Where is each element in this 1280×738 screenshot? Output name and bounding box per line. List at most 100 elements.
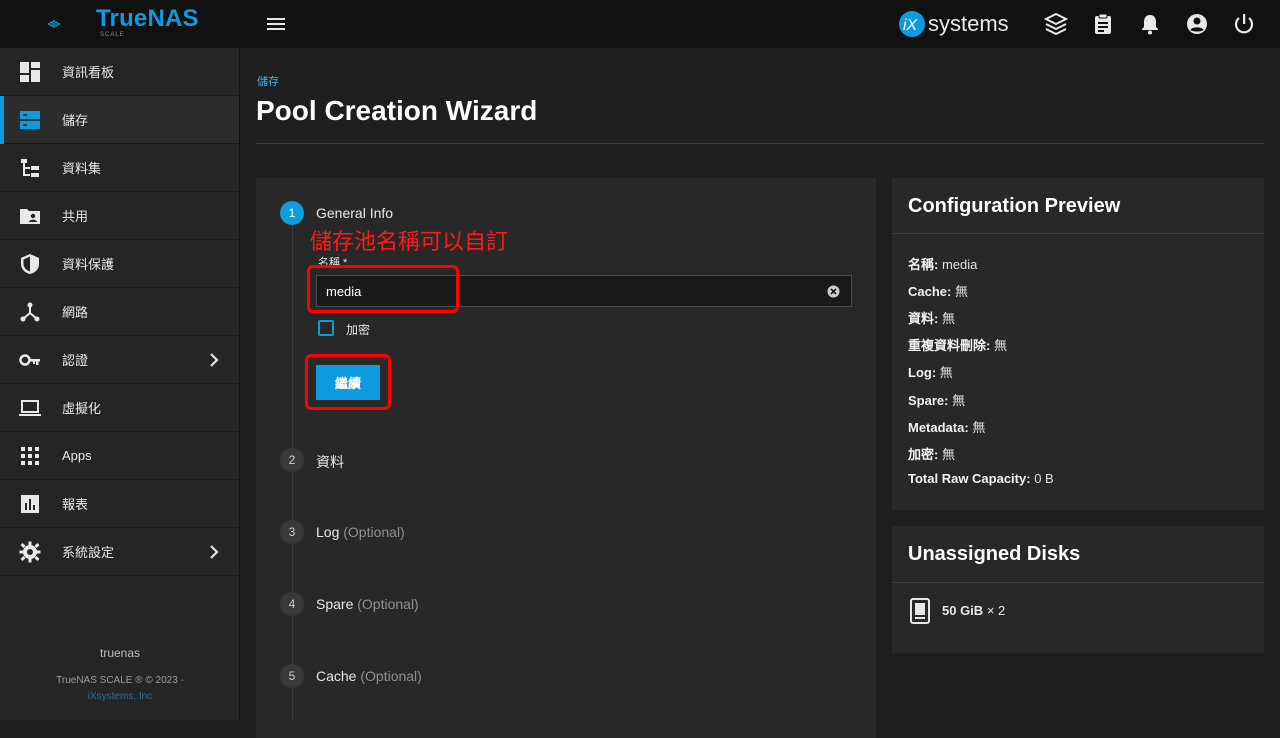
account-icon[interactable] xyxy=(1185,12,1209,36)
key-icon xyxy=(19,354,40,366)
copyright: TrueNAS SCALE ® © 2023 - xyxy=(56,675,184,686)
annotation-box-name xyxy=(307,265,459,313)
preview-key: 加密: xyxy=(908,447,939,462)
divider xyxy=(892,582,1264,583)
unassigned-disks-card: Unassigned Disks 50 GiB × 2 xyxy=(892,526,1264,653)
preview-key: 資料: xyxy=(908,311,939,326)
vendor-name: systems xyxy=(928,11,1009,36)
reports-icon xyxy=(21,495,39,513)
disk-size: 50 GiB xyxy=(942,603,984,618)
sidebar-item-virtualization[interactable]: 虛擬化 xyxy=(0,384,239,432)
hard-disk-icon xyxy=(910,598,930,624)
preview-key: 重複資料刪除: xyxy=(908,338,991,353)
truecommand-icon[interactable] xyxy=(1044,12,1068,36)
bell-icon[interactable] xyxy=(1138,12,1162,36)
step-5-circle[interactable]: 5 xyxy=(280,664,304,688)
hamburger-menu-icon[interactable] xyxy=(262,12,290,36)
dashboard-icon xyxy=(20,62,40,82)
sidebar-item-label: 虛擬化 xyxy=(62,401,102,416)
storage-icon xyxy=(20,111,40,129)
power-icon[interactable] xyxy=(1232,12,1256,36)
laptop-icon xyxy=(19,400,41,416)
ixsystems-logo-icon[interactable]: iX xyxy=(895,9,929,39)
stepper-line xyxy=(292,224,293,720)
step-2-title[interactable]: 資料 xyxy=(316,452,344,472)
chevron-right-icon xyxy=(210,545,219,559)
preview-value: 無 xyxy=(993,338,1007,353)
preview-row-capacity: Total Raw Capacity: 0 B xyxy=(908,471,1054,486)
preview-value: 無 xyxy=(952,393,966,408)
preview-row-spare: Spare: 無 xyxy=(908,390,965,409)
preview-value: 無 xyxy=(954,284,968,299)
step-5-optional: (Optional) xyxy=(360,668,422,684)
apps-icon xyxy=(21,447,39,465)
step-4-title[interactable]: Spare (Optional) xyxy=(316,596,419,612)
step-4-optional: (Optional) xyxy=(357,596,419,612)
preview-title: Configuration Preview xyxy=(908,195,1121,217)
chevron-right-icon xyxy=(210,353,219,367)
annotation-box-continue xyxy=(305,354,391,410)
datasets-icon xyxy=(21,159,39,177)
step-3-optional: (Optional) xyxy=(343,524,405,540)
sidebar-item-apps[interactable]: Apps xyxy=(0,432,239,480)
preview-row-dedup: 重複資料刪除: 無 xyxy=(908,335,1007,354)
clipboard-icon[interactable] xyxy=(1091,12,1115,36)
preview-value: 無 xyxy=(939,365,953,380)
preview-row-encryption: 加密: 無 xyxy=(908,444,955,463)
step-1-title[interactable]: General Info xyxy=(316,205,393,221)
sidebar-item-credentials[interactable]: 認證 xyxy=(0,336,239,384)
page-title: Pool Creation Wizard xyxy=(256,95,538,126)
step-3-circle[interactable]: 3 xyxy=(280,520,304,544)
encryption-label[interactable]: 加密 xyxy=(346,321,370,338)
sidebar-item-system-settings[interactable]: 系統設定 xyxy=(0,528,239,576)
svg-text:iX: iX xyxy=(903,17,919,34)
sidebar-item-data-protection[interactable]: 資料保護 xyxy=(0,240,239,288)
preview-value: 無 xyxy=(941,447,955,462)
step-3-label: Log xyxy=(316,524,340,540)
step-4-label: Spare xyxy=(316,596,354,612)
preview-key: Cache: xyxy=(908,284,952,299)
sidebar-item-label: 資料保護 xyxy=(62,257,115,272)
network-icon xyxy=(20,302,40,322)
truenas-logo-icon[interactable] xyxy=(48,8,90,40)
divider xyxy=(892,233,1264,234)
clear-icon[interactable] xyxy=(827,285,840,298)
brand-sub: SCALE xyxy=(100,32,125,38)
sidebar-item-label: Apps xyxy=(62,448,92,463)
step-1-circle[interactable]: 1 xyxy=(280,201,304,225)
sidebar-item-network[interactable]: 網路 xyxy=(0,288,239,336)
encryption-checkbox[interactable] xyxy=(318,320,334,336)
sidebar-item-shares[interactable]: 共用 xyxy=(0,192,239,240)
unassigned-title: Unassigned Disks xyxy=(908,543,1081,565)
breadcrumb[interactable]: 儲存 xyxy=(257,73,279,89)
preview-key: Metadata: xyxy=(908,420,969,435)
sidebar-item-dashboard[interactable]: 資訊看板 xyxy=(0,48,239,96)
sidebar-item-label: 網路 xyxy=(62,305,89,320)
sidebar-item-label: 資料集 xyxy=(62,161,102,176)
gear-icon xyxy=(19,541,41,563)
sidebar: 資訊看板 儲存 資料集 共用 資料保護 網路 認證 虛擬化 Apps 報表 系統… xyxy=(0,48,240,720)
annotation-text: 儲存池名稱可以自訂 xyxy=(310,230,509,255)
step-4-circle[interactable]: 4 xyxy=(280,592,304,616)
preview-value: 無 xyxy=(972,420,986,435)
step-5-title[interactable]: Cache (Optional) xyxy=(316,668,422,684)
shield-icon xyxy=(21,254,39,274)
step-2-circle[interactable]: 2 xyxy=(280,448,304,472)
preview-row-cache: Cache: 無 xyxy=(908,281,968,300)
sidebar-item-label: 資訊看板 xyxy=(62,65,115,80)
preview-row-metadata: Metadata: 無 xyxy=(908,417,985,436)
sidebar-item-reports[interactable]: 報表 xyxy=(0,480,239,528)
wizard-card xyxy=(256,178,876,738)
preview-key: Total Raw Capacity: xyxy=(908,471,1031,486)
preview-key: 名稱: xyxy=(908,257,939,272)
company-link[interactable]: iXsystems, Inc xyxy=(0,691,240,702)
brand-name: TrueNAS xyxy=(96,5,199,32)
sidebar-item-datasets[interactable]: 資料集 xyxy=(0,144,239,192)
disk-summary: 50 GiB × 2 xyxy=(942,603,1005,618)
shares-icon xyxy=(20,209,40,224)
disk-count: × 2 xyxy=(986,603,1006,618)
hostname: truenas xyxy=(99,646,141,660)
step-3-title[interactable]: Log (Optional) xyxy=(316,524,405,540)
sidebar-item-storage[interactable]: 儲存 xyxy=(0,96,239,144)
preview-value: 0 B xyxy=(1034,471,1054,486)
